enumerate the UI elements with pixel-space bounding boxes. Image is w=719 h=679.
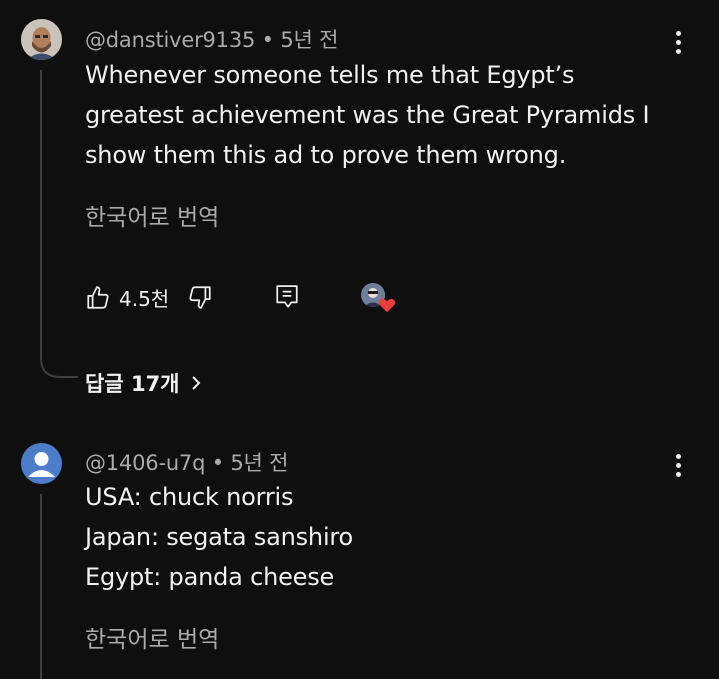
comment-line: Whenever someone tells me that Egypt’s xyxy=(85,61,575,89)
comment-line: show them this ad to prove them wrong. xyxy=(85,141,567,169)
translate-button[interactable]: 한국어로 번역 xyxy=(85,198,219,232)
comment-line: Egypt: panda cheese xyxy=(85,563,335,591)
author-avatar[interactable] xyxy=(21,443,62,484)
reply-comment-icon xyxy=(276,285,298,308)
heart-icon xyxy=(378,298,396,313)
thread-line xyxy=(40,70,42,360)
more-options-button[interactable] xyxy=(674,31,682,54)
more-dot xyxy=(675,463,681,468)
user-photo-avatar-icon xyxy=(21,19,62,60)
meta-separator: • xyxy=(261,28,274,52)
like-button[interactable]: 4.5천 xyxy=(85,283,169,312)
comment-line: USA: chuck norris xyxy=(85,483,294,511)
default-person-avatar-icon xyxy=(28,452,55,477)
more-dot xyxy=(675,49,681,54)
translate-button[interactable]: 한국어로 번역 xyxy=(85,620,219,654)
more-dot xyxy=(675,454,681,459)
meta-separator: • xyxy=(211,451,224,475)
author-handle[interactable]: @danstiver9135 xyxy=(85,28,255,52)
thumbs-down-icon xyxy=(189,286,211,309)
more-dot xyxy=(675,31,681,36)
comment-time[interactable]: 5년 전 xyxy=(230,451,288,475)
more-dot xyxy=(675,40,681,45)
author-handle[interactable]: @1406-u7q xyxy=(85,451,205,475)
comment-text: Whenever someone tells me that Egypt’s g… xyxy=(85,55,705,175)
comment-line: Japan: segata sanshiro xyxy=(85,523,354,551)
more-options-button[interactable] xyxy=(674,454,682,477)
dislike-button[interactable] xyxy=(187,284,213,314)
reply-button[interactable] xyxy=(275,284,299,314)
replies-toggle[interactable]: 답글 17개 xyxy=(85,368,202,398)
thread-curve xyxy=(40,358,78,378)
chevron-right-icon xyxy=(191,376,200,390)
comment-header: @danstiver9135 • 5년 전 xyxy=(85,24,338,54)
comment-text: USA: chuck norris Japan: segata sanshiro… xyxy=(85,477,705,597)
comment-line: greatest achievement was the Great Pyram… xyxy=(85,101,650,129)
comment-header: @1406-u7q • 5년 전 xyxy=(85,447,288,477)
author-avatar[interactable] xyxy=(21,19,62,60)
thumbs-up-icon xyxy=(87,285,109,309)
comment-time[interactable]: 5년 전 xyxy=(280,28,338,52)
replies-label: 답글 17개 xyxy=(85,372,180,396)
thread-line xyxy=(40,494,42,679)
like-count: 4.5천 xyxy=(119,287,170,311)
